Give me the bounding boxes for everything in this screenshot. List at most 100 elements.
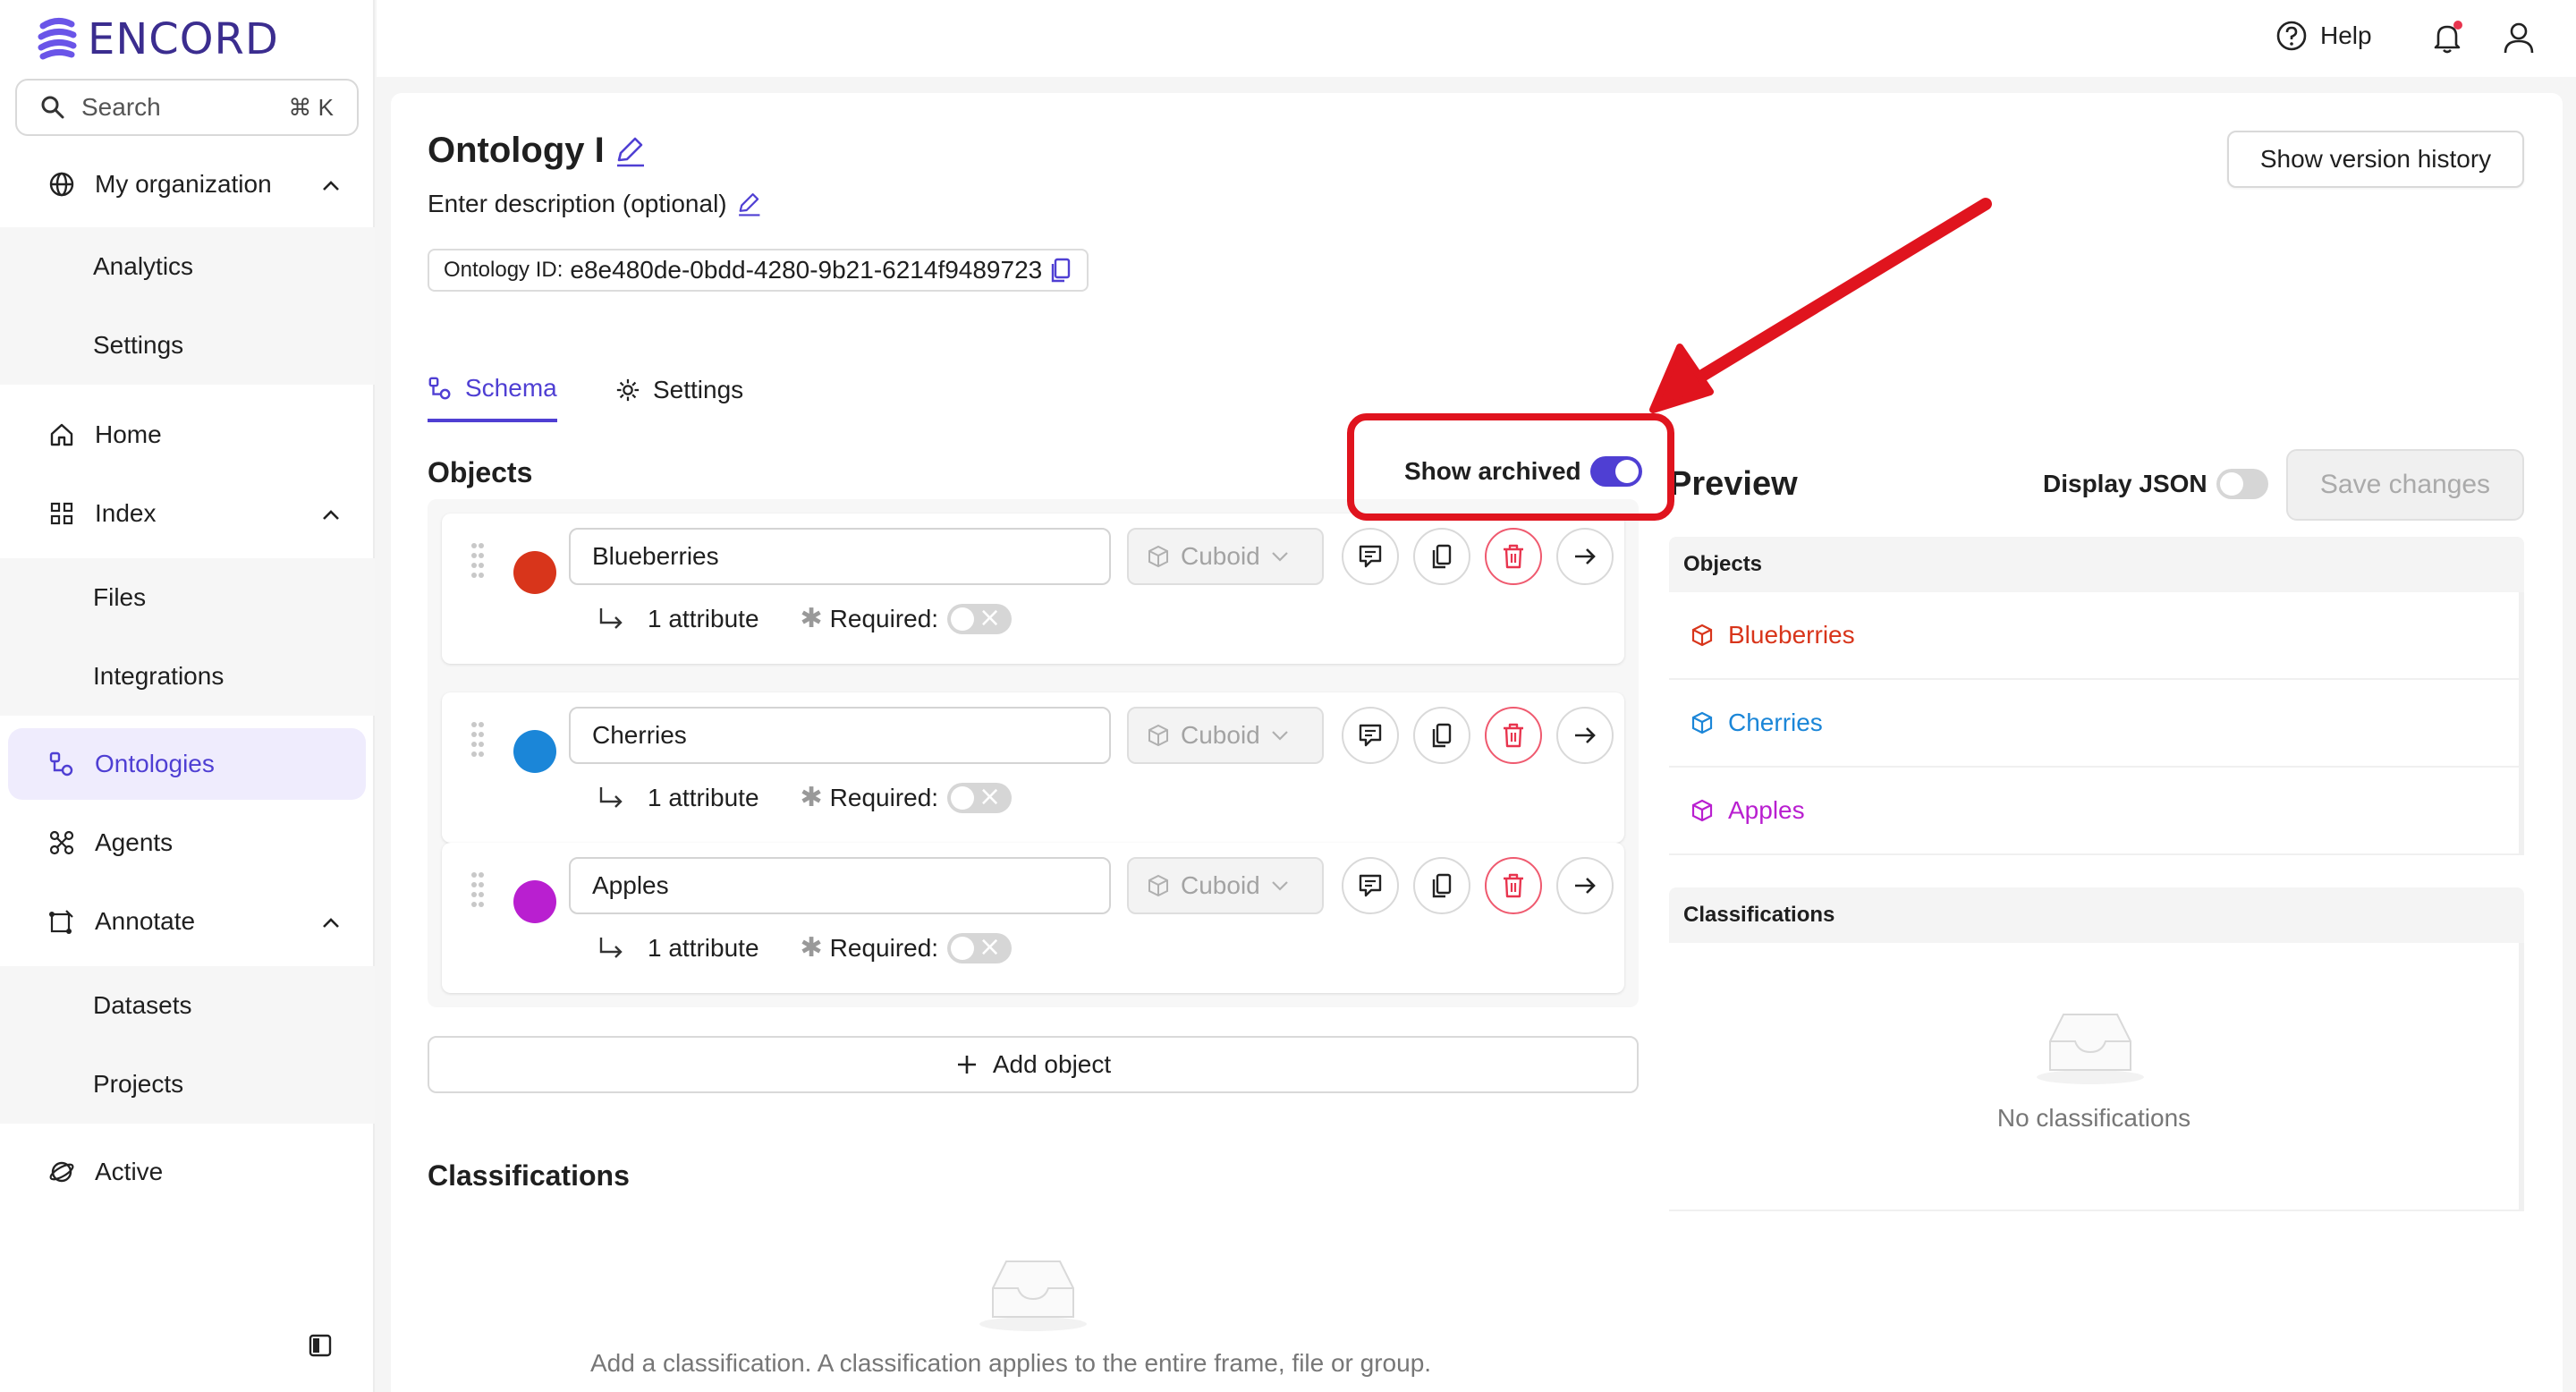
sidebar-item-home[interactable]: Home bbox=[0, 399, 375, 471]
copy-id-icon[interactable] bbox=[1049, 257, 1072, 284]
object-name-input[interactable]: Cherries bbox=[569, 707, 1111, 764]
show-version-history-button[interactable]: Show version history bbox=[2227, 131, 2524, 188]
sidebar-item-my-organization[interactable]: My organization bbox=[0, 149, 375, 220]
required-toggle[interactable] bbox=[947, 781, 1013, 813]
ontology-icon bbox=[47, 749, 77, 779]
duplicate-button[interactable] bbox=[1413, 707, 1470, 764]
cube-icon bbox=[1148, 545, 1168, 568]
required-toggle[interactable] bbox=[947, 931, 1013, 963]
attribute-row: 1 attribute ✱ Required: bbox=[597, 602, 1013, 634]
index-submenu: Files Integrations bbox=[0, 558, 375, 716]
chevron-down-icon bbox=[1271, 881, 1288, 891]
sidebar-item-projects[interactable]: Projects bbox=[0, 1045, 375, 1124]
asterisk-icon: ✱ bbox=[800, 604, 823, 633]
sidebar-item-label: Agents bbox=[95, 828, 174, 856]
tab-settings-label: Settings bbox=[653, 376, 744, 403]
shape-select-value: Cuboid bbox=[1181, 542, 1260, 570]
required-toggle[interactable] bbox=[947, 602, 1013, 634]
notification-bell-icon[interactable] bbox=[2429, 20, 2465, 55]
comment-button[interactable] bbox=[1342, 707, 1399, 764]
search-input[interactable]: Search ⌘ K bbox=[15, 79, 359, 136]
grid-icon bbox=[47, 498, 77, 529]
attribute-count[interactable]: 1 attribute bbox=[648, 605, 759, 633]
drag-handle-icon[interactable] bbox=[469, 870, 487, 909]
open-object-button[interactable] bbox=[1556, 857, 1614, 914]
preview-object-item[interactable]: Blueberries bbox=[1669, 592, 2524, 680]
save-changes-button[interactable]: Save changes bbox=[2286, 449, 2524, 521]
tab-settings[interactable]: Settings bbox=[615, 358, 743, 422]
sidebar-item-files[interactable]: Files bbox=[0, 558, 375, 637]
sidebar-item-index[interactable]: Index bbox=[0, 478, 375, 549]
add-object-label: Add object bbox=[992, 1050, 1112, 1078]
sidebar-item-annotate[interactable]: Annotate bbox=[0, 886, 375, 957]
sidebar-item-ontologies[interactable]: Ontologies bbox=[8, 728, 366, 800]
globe-icon bbox=[47, 169, 77, 199]
delete-button[interactable] bbox=[1485, 707, 1542, 764]
help-button[interactable]: Help bbox=[2275, 20, 2372, 52]
cube-icon bbox=[1148, 874, 1168, 897]
question-icon bbox=[2276, 21, 2307, 51]
tab-schema[interactable]: Schema bbox=[428, 358, 557, 422]
display-json-toggle[interactable]: Display JSON bbox=[2043, 469, 2268, 499]
sidebar-item-label: Home bbox=[95, 420, 162, 448]
objects-heading: Objects bbox=[428, 456, 533, 488]
delete-button[interactable] bbox=[1485, 857, 1542, 914]
annotate-icon bbox=[47, 906, 77, 937]
arrow-right-icon bbox=[1575, 548, 1596, 564]
add-object-button[interactable]: Add object bbox=[428, 1036, 1639, 1093]
edit-title-icon[interactable] bbox=[614, 135, 646, 167]
object-color-swatch[interactable] bbox=[513, 551, 556, 594]
annotation-arrow-icon bbox=[1649, 198, 1992, 413]
user-icon[interactable] bbox=[2501, 20, 2537, 55]
classifications-heading: Classifications bbox=[428, 1159, 630, 1192]
copy-icon bbox=[1432, 723, 1452, 748]
preview-object-item[interactable]: Cherries bbox=[1669, 680, 2524, 768]
trash-icon bbox=[1504, 723, 1523, 748]
copy-icon bbox=[1432, 544, 1452, 569]
no-classifications-text: No classifications bbox=[1996, 1104, 2191, 1132]
object-color-swatch[interactable] bbox=[513, 880, 556, 923]
ontology-id-value: e8e480de-0bdd-4280-9b21-6214f9489723 bbox=[570, 256, 1043, 284]
comment-icon bbox=[1359, 724, 1382, 747]
drag-handle-icon[interactable] bbox=[469, 719, 487, 759]
shape-select[interactable]: Cuboid bbox=[1127, 857, 1324, 914]
sidebar-item-integrations[interactable]: Integrations bbox=[0, 637, 375, 716]
edit-description-icon[interactable] bbox=[736, 191, 761, 216]
trash-icon bbox=[1504, 544, 1523, 569]
comment-button[interactable] bbox=[1342, 528, 1399, 585]
shape-select[interactable]: Cuboid bbox=[1127, 707, 1324, 764]
shape-select[interactable]: Cuboid bbox=[1127, 528, 1324, 585]
asterisk-icon: ✱ bbox=[800, 933, 823, 963]
empty-inbox-icon bbox=[979, 1260, 1087, 1331]
collapse-sidebar-icon[interactable] bbox=[308, 1333, 333, 1358]
ontology-id-chip: Ontology ID: e8e480de-0bdd-4280-9b21-621… bbox=[428, 249, 1089, 292]
object-card-apples: Apples Cuboid 1 attribute ✱ Required: bbox=[442, 843, 1624, 993]
object-color-swatch[interactable] bbox=[513, 730, 556, 773]
duplicate-button[interactable] bbox=[1413, 857, 1470, 914]
sidebar-item-settings[interactable]: Settings bbox=[0, 306, 375, 385]
preview-object-item[interactable]: Apples bbox=[1669, 768, 2524, 855]
duplicate-button[interactable] bbox=[1413, 528, 1470, 585]
preview-object-label: Blueberries bbox=[1728, 621, 1855, 649]
chevron-up-icon bbox=[321, 907, 341, 936]
encord-logo[interactable]: ENCORD bbox=[36, 14, 279, 64]
comment-icon bbox=[1359, 545, 1382, 568]
toggle-switch-off[interactable] bbox=[2216, 469, 2268, 499]
delete-button[interactable] bbox=[1485, 528, 1542, 585]
sidebar-item-analytics[interactable]: Analytics bbox=[0, 227, 375, 306]
ontology-title-row: Ontology I bbox=[428, 131, 646, 171]
sidebar-item-agents[interactable]: Agents bbox=[0, 807, 375, 878]
sidebar: ENCORD Search ⌘ K My organization Analyt… bbox=[0, 0, 375, 1392]
drag-handle-icon[interactable] bbox=[469, 540, 487, 580]
open-object-button[interactable] bbox=[1556, 707, 1614, 764]
attribute-count[interactable]: 1 attribute bbox=[648, 784, 759, 812]
object-name-input[interactable]: Apples bbox=[569, 857, 1111, 914]
sidebar-item-datasets[interactable]: Datasets bbox=[0, 966, 375, 1045]
empty-inbox-icon bbox=[2037, 1014, 2144, 1084]
cube-icon bbox=[1691, 799, 1713, 822]
comment-button[interactable] bbox=[1342, 857, 1399, 914]
sidebar-item-active[interactable]: Active bbox=[0, 1136, 375, 1208]
attribute-count[interactable]: 1 attribute bbox=[648, 934, 759, 963]
object-name-input[interactable]: Blueberries bbox=[569, 528, 1111, 585]
open-object-button[interactable] bbox=[1556, 528, 1614, 585]
